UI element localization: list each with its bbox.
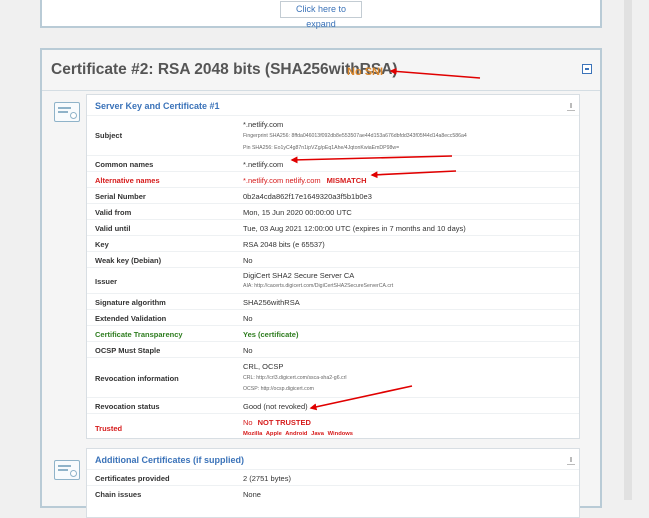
row-extended-validation: Extended Validation No [87,309,579,326]
valid-until-label: Valid until [95,224,131,233]
ocsp-must-staple-value: No [243,346,253,355]
server-key-section: Server Key and Certificate #1 Subject *.… [86,94,580,439]
extended-validation-value: No [243,314,253,323]
row-certificate-transparency: Certificate Transparency Yes (certificat… [87,325,579,342]
revocation-information-label: Revocation information [95,374,179,383]
chain-issues-value: None [243,490,261,499]
mismatch-badge: MISMATCH [326,176,367,185]
key-label: Key [95,240,109,249]
browser-mozilla[interactable]: Mozilla [243,431,262,437]
revocation-information-value: CRL, OCSP [243,362,284,371]
row-valid-until: Valid until Tue, 03 Aug 2021 12:00:00 UT… [87,219,579,236]
issuer-label: Issuer [95,277,118,286]
certificate-transparency-label: Certificate Transparency [95,330,183,339]
browser-apple[interactable]: Apple [266,431,282,437]
not-trusted-badge: NOT TRUSTED [257,418,311,427]
revocation-status-value: Good (not revoked) [243,402,308,411]
valid-until-value: Tue, 03 Aug 2021 12:00:00 UTC (expires i… [243,224,466,233]
certificates-provided-label: Certificates provided [95,474,170,483]
row-weak-key: Weak key (Debian) No [87,251,579,268]
section-title-server-key: Server Key and Certificate #1 [95,101,220,111]
download-icon[interactable] [567,103,575,111]
row-revocation-status: Revocation status Good (not revoked) [87,397,579,414]
weak-key-value: No [243,256,253,265]
signature-algorithm-label: Signature algorithm [95,298,166,307]
row-signature-algorithm: Signature algorithm SHA256withRSA [87,293,579,310]
revocation-ocsp: OCSP: http://ocsp.digicert.com [243,386,314,392]
row-ocsp-must-staple: OCSP Must Staple No [87,341,579,358]
row-trusted: Trusted No NOT TRUSTED Mozilla Apple Andr… [87,413,579,440]
weak-key-label: Weak key (Debian) [95,256,162,265]
section-title-additional: Additional Certificates (if supplied) [95,455,245,465]
serial-number-value: 0b2a4cda862f17e1649320a3f5b1b0e3 [243,192,372,201]
previous-certificate-panel: Click here to expand [40,0,602,29]
additional-certificate-icon [54,460,80,480]
collapse-icon[interactable] [582,64,592,74]
browser-java[interactable]: Java [311,431,324,437]
certificates-provided-value: 2 (2751 bytes) [243,474,291,483]
signature-algorithm-value: SHA256withRSA [243,298,300,307]
alternative-names-value: *.netlify.com netlify.com MISMATCH [243,176,367,185]
chain-issues-label: Chain issues [95,490,142,499]
row-key: Key RSA 2048 bits (e 65537) [87,235,579,252]
certificate-transparency-value: Yes (certificate) [243,330,299,339]
row-alternative-names: Alternative names *.netlify.com netlify.… [87,171,579,188]
issuer-aia: AIA: http://cacerts.digicert.com/DigiCer… [243,283,394,289]
row-subject: Subject *.netlify.com Fingerprint SHA256… [87,115,579,156]
certificate-icon [54,102,80,122]
trusted-value: No NOT TRUSTED [243,418,311,427]
certificate-title: Certificate #2: RSA 2048 bits (SHA256wit… [51,61,398,78]
certificate-header: Certificate #2: RSA 2048 bits (SHA256wit… [42,50,600,91]
browser-android[interactable]: Android [285,431,307,437]
row-revocation-information: Revocation information CRL, OCSP CRL: ht… [87,357,579,398]
trusted-no-text: No [243,418,253,427]
row-certificates-provided: Certificates provided 2 (2751 bytes) [87,469,579,486]
row-issuer: Issuer DigiCert SHA2 Secure Server CA AI… [87,267,579,294]
issuer-value: DigiCert SHA2 Secure Server CA [243,271,355,280]
row-chain-issues: Chain issues None [87,485,579,502]
page-scrollbar[interactable] [624,0,632,500]
ocsp-must-staple-label: OCSP Must Staple [95,346,161,355]
expand-button[interactable]: Click here to expand [280,1,362,29]
alternative-names-label: Alternative names [95,176,160,185]
revocation-crl: CRL: http://crl3.digicert.com/ssca-sha2-… [243,375,347,381]
additional-certificates-section: Additional Certificates (if supplied) Ce… [86,448,580,518]
valid-from-label: Valid from [95,208,132,217]
browser-windows[interactable]: Windows [328,431,353,437]
common-names-value: *.netlify.com [243,160,284,169]
common-names-label: Common names [95,160,154,169]
valid-from-value: Mon, 15 Jun 2020 00:00:00 UTC [243,208,352,217]
subject-pin: Pin SHA256: Eo1yC4g87n1ipVZg/pEq1Ahe/4Jq… [243,145,400,151]
row-common-names: Common names *.netlify.com [87,155,579,172]
untrusted-browser-list: Mozilla Apple Android Java Windows [243,431,353,437]
no-sni-badge: No SNI [347,66,384,78]
key-value: RSA 2048 bits (e 65537) [243,240,325,249]
revocation-status-label: Revocation status [95,402,160,411]
row-serial-number: Serial Number 0b2a4cda862f17e1649320a3f5… [87,187,579,204]
subject-fingerprint: Fingerprint SHA256: 8ffda046013f092db8e5… [243,133,467,139]
alternative-names-text: *.netlify.com netlify.com [243,176,321,185]
serial-number-label: Serial Number [95,192,146,201]
trusted-label: Trusted [95,424,123,433]
subject-label: Subject [95,131,123,140]
download-icon-additional[interactable] [567,457,575,465]
certificate-panel: Certificate #2: RSA 2048 bits (SHA256wit… [40,48,602,518]
subject-value: *.netlify.com [243,120,284,129]
extended-validation-label: Extended Validation [95,314,167,323]
row-valid-from: Valid from Mon, 15 Jun 2020 00:00:00 UTC [87,203,579,220]
